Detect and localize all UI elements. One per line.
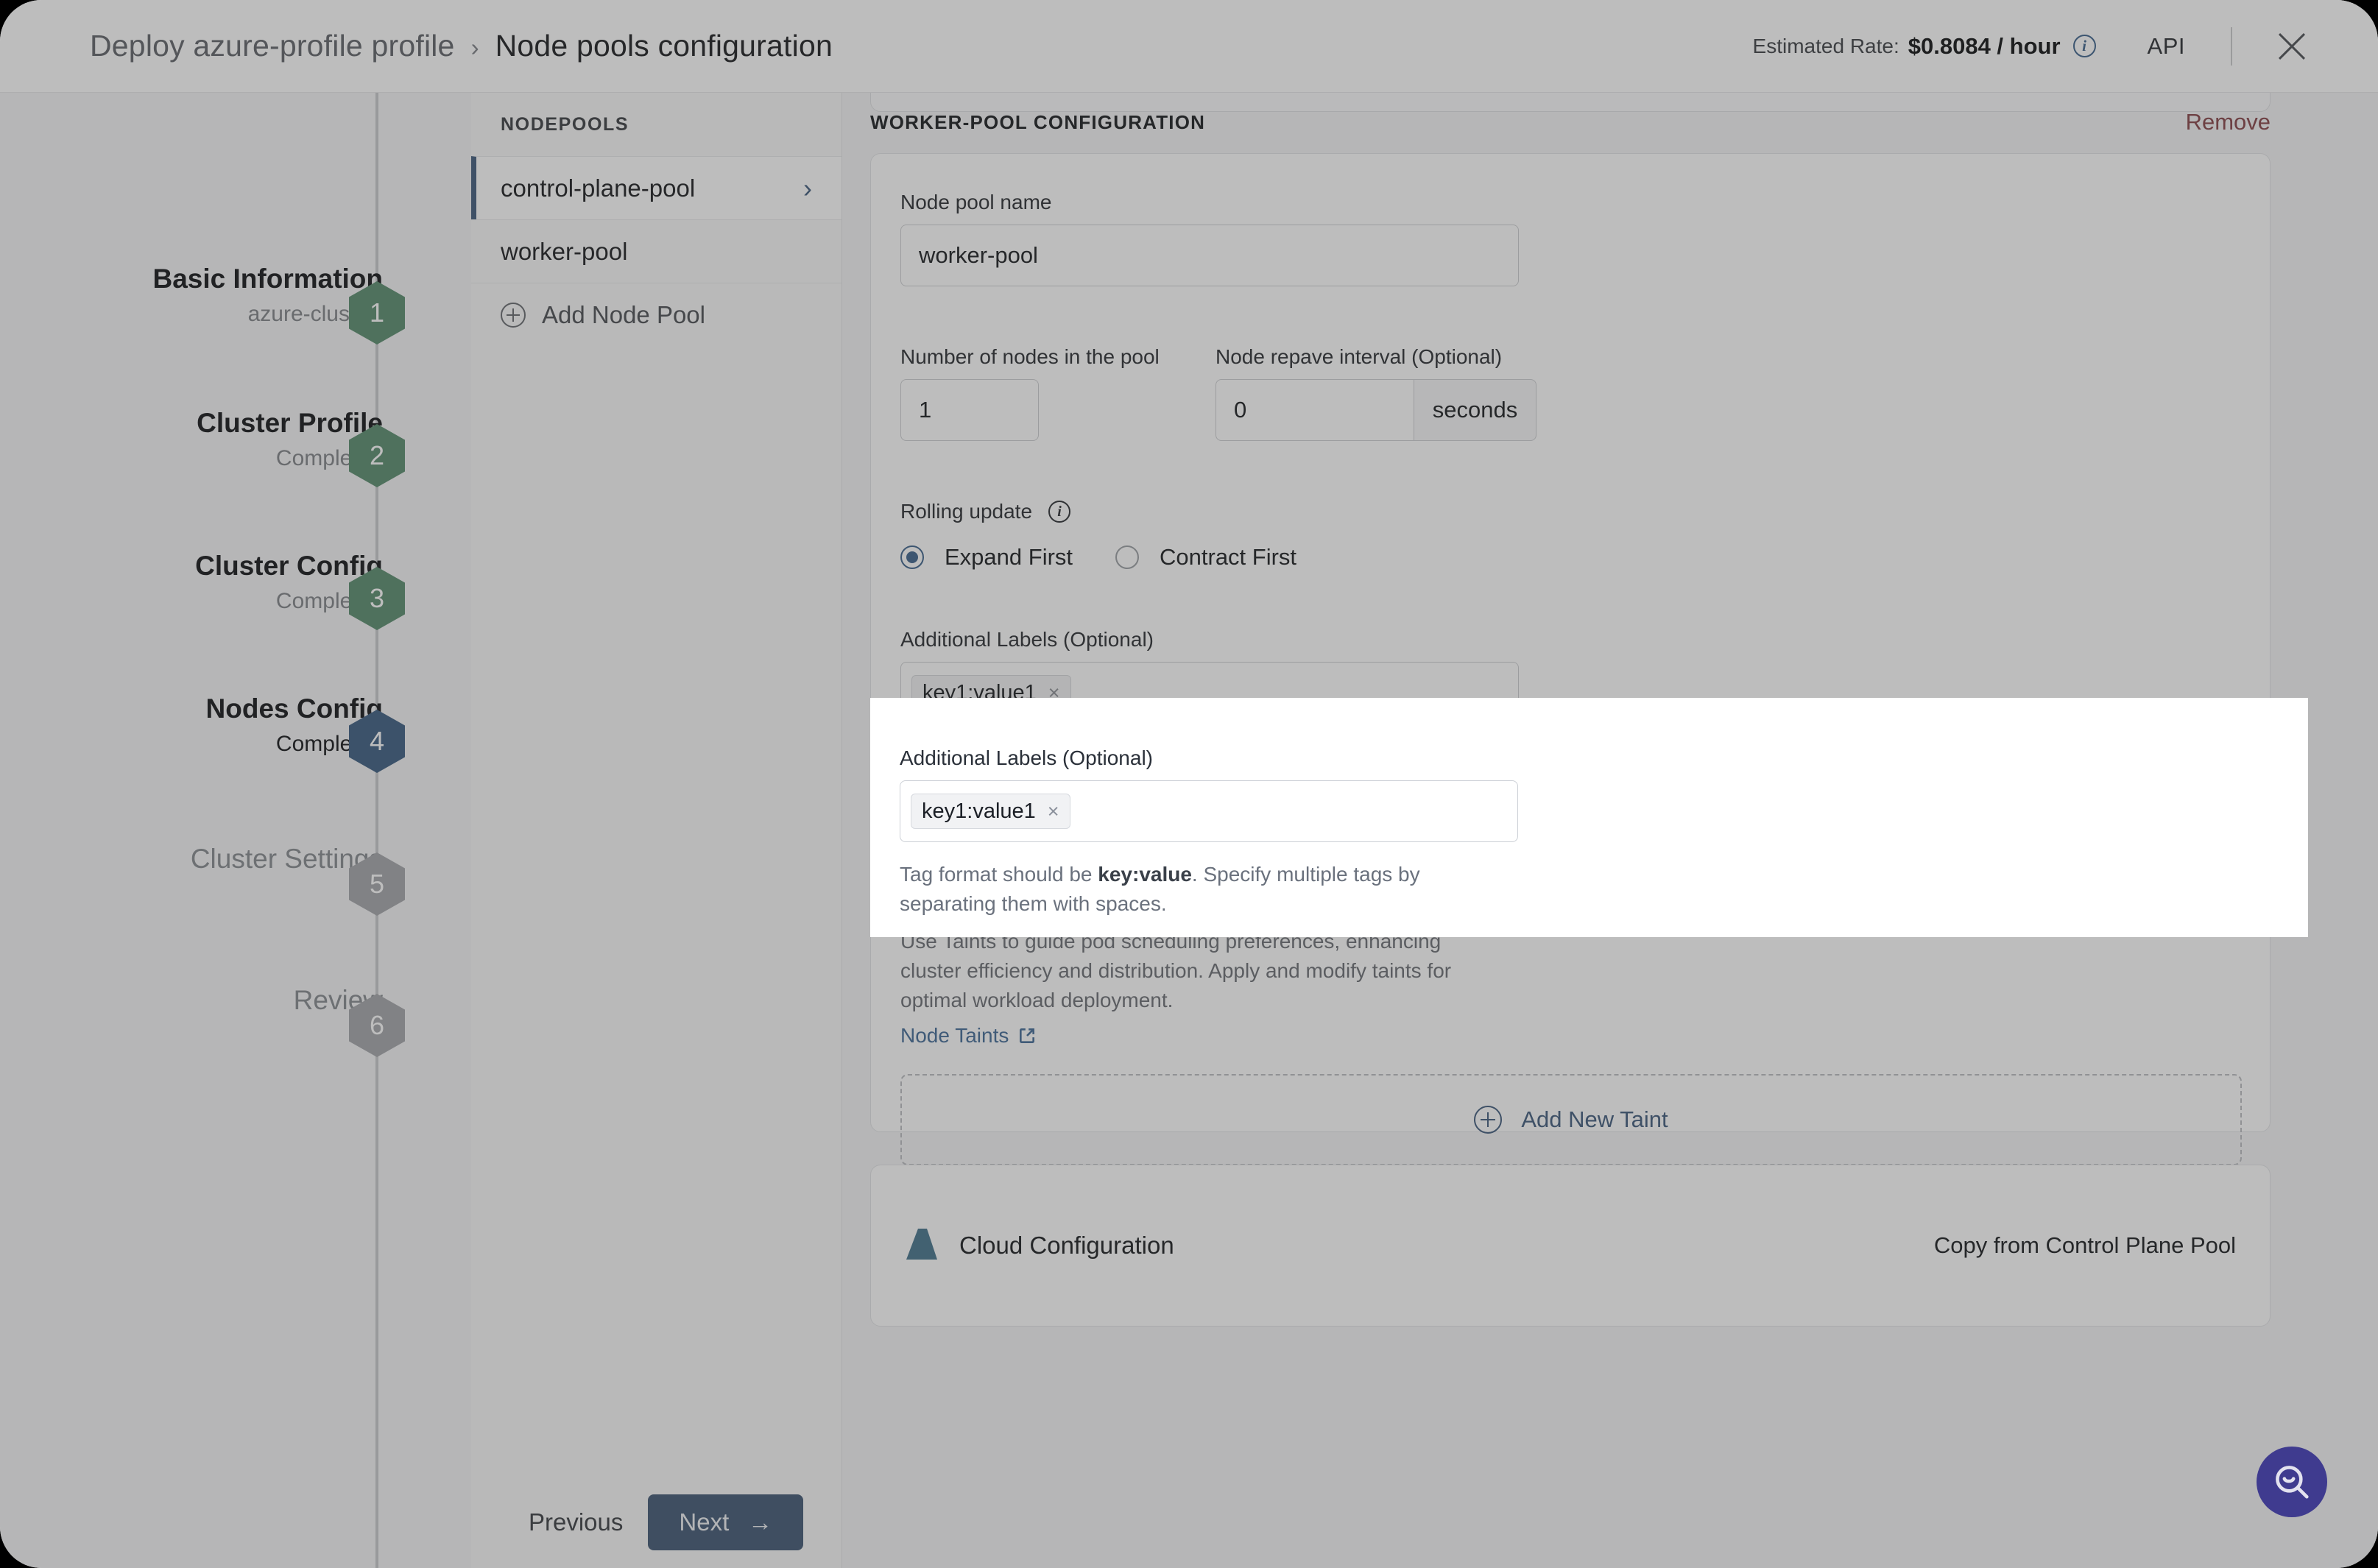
node-pool-name-input[interactable]: worker-pool <box>900 225 1519 286</box>
add-new-taint-button[interactable]: Add New Taint <box>900 1074 2242 1165</box>
nodepool-label: worker-pool <box>501 237 628 265</box>
sidebar-item-cluster-settings[interactable]: Cluster Settings <box>0 844 383 875</box>
add-node-pool-label: Add Node Pool <box>542 300 705 328</box>
next-button-label: Next <box>679 1508 730 1536</box>
rolling-update-label-row: Rolling update i <box>900 500 1071 523</box>
chevron-right-icon: › <box>803 172 812 203</box>
node-count-value: 1 <box>919 397 932 423</box>
arrow-right-icon: → <box>748 1508 773 1536</box>
doc-link-label: Node Taints <box>900 1024 1009 1047</box>
plus-circle-icon <box>1474 1106 1503 1134</box>
sidebar-item-cluster-profile[interactable]: Cluster Profile Completed <box>0 408 383 471</box>
sidebar-item-cluster-config[interactable]: Cluster Config Completed <box>0 551 383 614</box>
node-pool-name-value: worker-pool <box>919 242 1038 268</box>
breadcrumb-current: Node pools configuration <box>495 29 833 63</box>
additional-labels-input-highlight[interactable]: key1:value1 × <box>900 780 1518 842</box>
copy-from-control-plane-pool-button[interactable]: Copy from Control Plane Pool <box>1934 1232 2236 1259</box>
section-header: WORKER-POOL CONFIGURATION Remove <box>870 109 2271 135</box>
label-tag-chip[interactable]: key1:value1 × <box>911 794 1070 829</box>
rolling-update-label: Rolling update <box>900 500 1033 523</box>
node-pool-name-label: Node pool name <box>900 191 1052 213</box>
radio-indicator <box>1115 545 1140 569</box>
additional-labels-help-highlight: Tag format should be key:value. Specify … <box>900 860 1511 919</box>
header-actions: Estimated Rate: $0.8084 / hour i API <box>1753 27 2309 66</box>
nodepool-item-worker-pool[interactable]: worker-pool <box>471 219 842 283</box>
plus-circle-icon <box>501 302 526 328</box>
estimated-rate-value: $0.8084 / hour <box>1908 32 2061 59</box>
nodepool-item-control-plane-pool[interactable]: control-plane-pool › <box>471 156 842 219</box>
help-prefix: Tag format should be <box>900 863 1098 886</box>
cloud-configuration-title: Cloud Configuration <box>959 1232 1174 1259</box>
external-link-icon <box>1020 1028 1035 1043</box>
remove-button[interactable]: Remove <box>2186 109 2271 135</box>
close-icon[interactable]: × <box>1048 800 1059 823</box>
wizard-footer: Previous Next → <box>471 1477 2309 1568</box>
page-title: WORKER-POOL CONFIGURATION <box>870 110 1206 133</box>
nodepools-panel: NODEPOOLS control-plane-pool › worker-po… <box>471 93 842 1568</box>
step-title: Basic Information <box>152 264 384 294</box>
radio-label: Expand First <box>945 544 1073 570</box>
api-link[interactable]: API <box>2148 33 2185 60</box>
previous-button[interactable]: Previous <box>529 1508 623 1536</box>
radio-label: Contract First <box>1160 544 1297 570</box>
app-header: Deploy azure-profile profile › Node pool… <box>0 0 2378 93</box>
breadcrumb-separator-icon: › <box>470 34 479 61</box>
add-node-pool-button[interactable]: Add Node Pool <box>471 283 842 346</box>
info-icon[interactable]: i <box>2072 35 2096 57</box>
azure-icon <box>906 1229 937 1260</box>
repave-interval-value: 0 <box>1234 397 1247 423</box>
cloud-configuration-card: Cloud Configuration Copy from Control Pl… <box>870 1165 2271 1327</box>
radio-contract-first[interactable]: Contract First <box>1115 544 1296 571</box>
node-taints-doc-link[interactable]: Node Taints <box>900 1024 1037 1048</box>
estimated-rate-label: Estimated Rate: <box>1752 34 1899 57</box>
worker-pool-card: Node pool name worker-pool Number of nod… <box>870 153 2271 1165</box>
wizard-stepper: Basic Information azure-cluster- 1 Clust… <box>0 93 471 1568</box>
repave-interval-label: Node repave interval (Optional) <box>1216 345 1503 368</box>
nodepool-label: control-plane-pool <box>501 174 696 202</box>
header-divider <box>2231 27 2232 66</box>
additional-labels-title-highlight: Additional Labels (Optional) <box>900 746 1153 769</box>
step-title: Cluster Config <box>195 551 383 581</box>
sidebar-item-basic-information[interactable]: Basic Information azure-cluster- <box>0 264 384 327</box>
rolling-update-radio-group: Expand First Contract First <box>900 544 1296 571</box>
info-icon[interactable]: i <box>1048 501 1071 523</box>
close-icon[interactable] <box>2275 29 2309 63</box>
step-title: Cluster Profile <box>197 408 383 438</box>
repave-interval-input[interactable]: 0 <box>1216 379 1414 441</box>
breadcrumb: Deploy azure-profile profile › Node pool… <box>90 29 833 63</box>
label-tag-text: key1:value1 <box>922 799 1036 823</box>
sidebar-item-review[interactable]: Review <box>0 985 383 1016</box>
radio-indicator <box>900 545 924 569</box>
search-help-icon <box>2276 1466 2309 1499</box>
additional-labels-title: Additional Labels (Optional) <box>900 628 1154 651</box>
highlight-spotlight-additional-labels: Additional Labels (Optional) key1:value1… <box>870 698 2308 937</box>
help-bold: key:value <box>1098 863 1192 886</box>
search-help-fab[interactable] <box>2257 1447 2327 1517</box>
next-button[interactable]: Next → <box>648 1494 804 1550</box>
step-title: Nodes Config <box>205 693 383 724</box>
taints-description: Use Taints to guide pod scheduling prefe… <box>900 930 1452 1011</box>
sidebar-item-nodes-config[interactable]: Nodes Config Completed <box>0 693 383 757</box>
repave-unit-label: seconds <box>1432 397 1518 423</box>
node-count-label: Number of nodes in the pool <box>900 345 1160 368</box>
breadcrumb-parent[interactable]: Deploy azure-profile profile <box>90 29 455 63</box>
node-count-input[interactable]: 1 <box>900 379 1039 441</box>
add-new-taint-label: Add New Taint <box>1521 1106 1668 1132</box>
nodepools-header: NODEPOOLS <box>501 113 629 135</box>
radio-expand-first[interactable]: Expand First <box>900 544 1073 571</box>
repave-interval-unit: seconds <box>1414 379 1536 441</box>
